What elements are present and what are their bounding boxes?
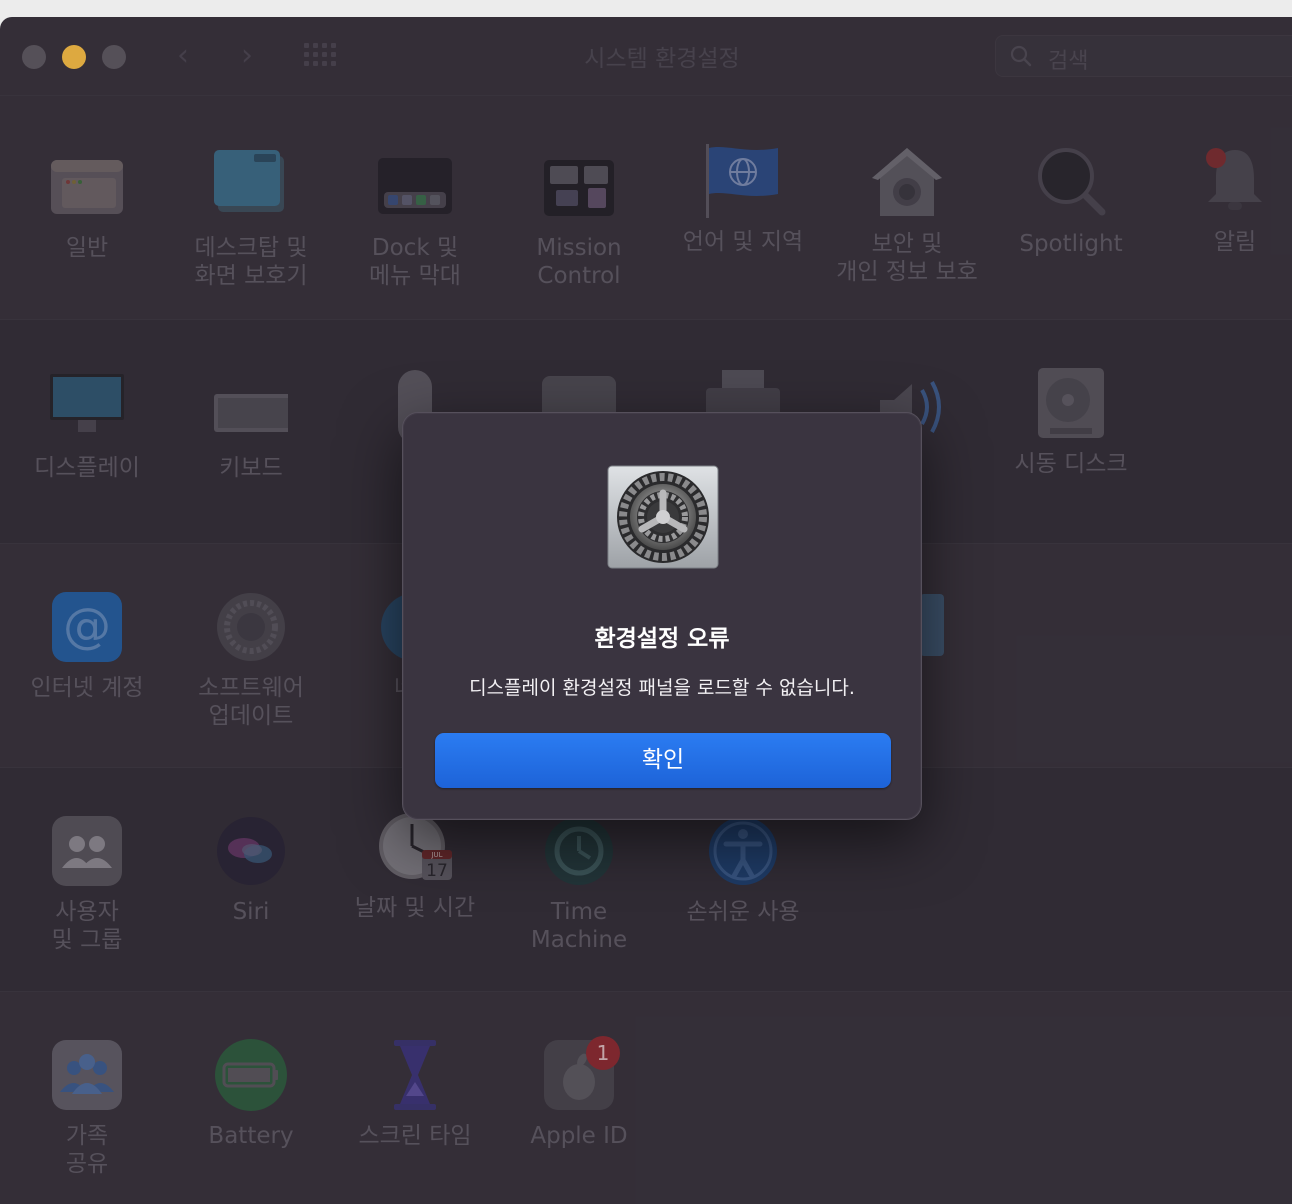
system-preferences-gear-icon [607, 465, 719, 569]
preferences-error-dialog: 환경설정 오류 디스플레이 환경설정 패널을 로드할 수 없습니다. 확인 [402, 412, 922, 820]
dialog-message: 디스플레이 환경설정 패널을 로드할 수 없습니다. [469, 677, 855, 699]
dialog-title: 환경설정 오류 [594, 626, 730, 652]
ok-button[interactable]: 확인 [435, 733, 891, 788]
